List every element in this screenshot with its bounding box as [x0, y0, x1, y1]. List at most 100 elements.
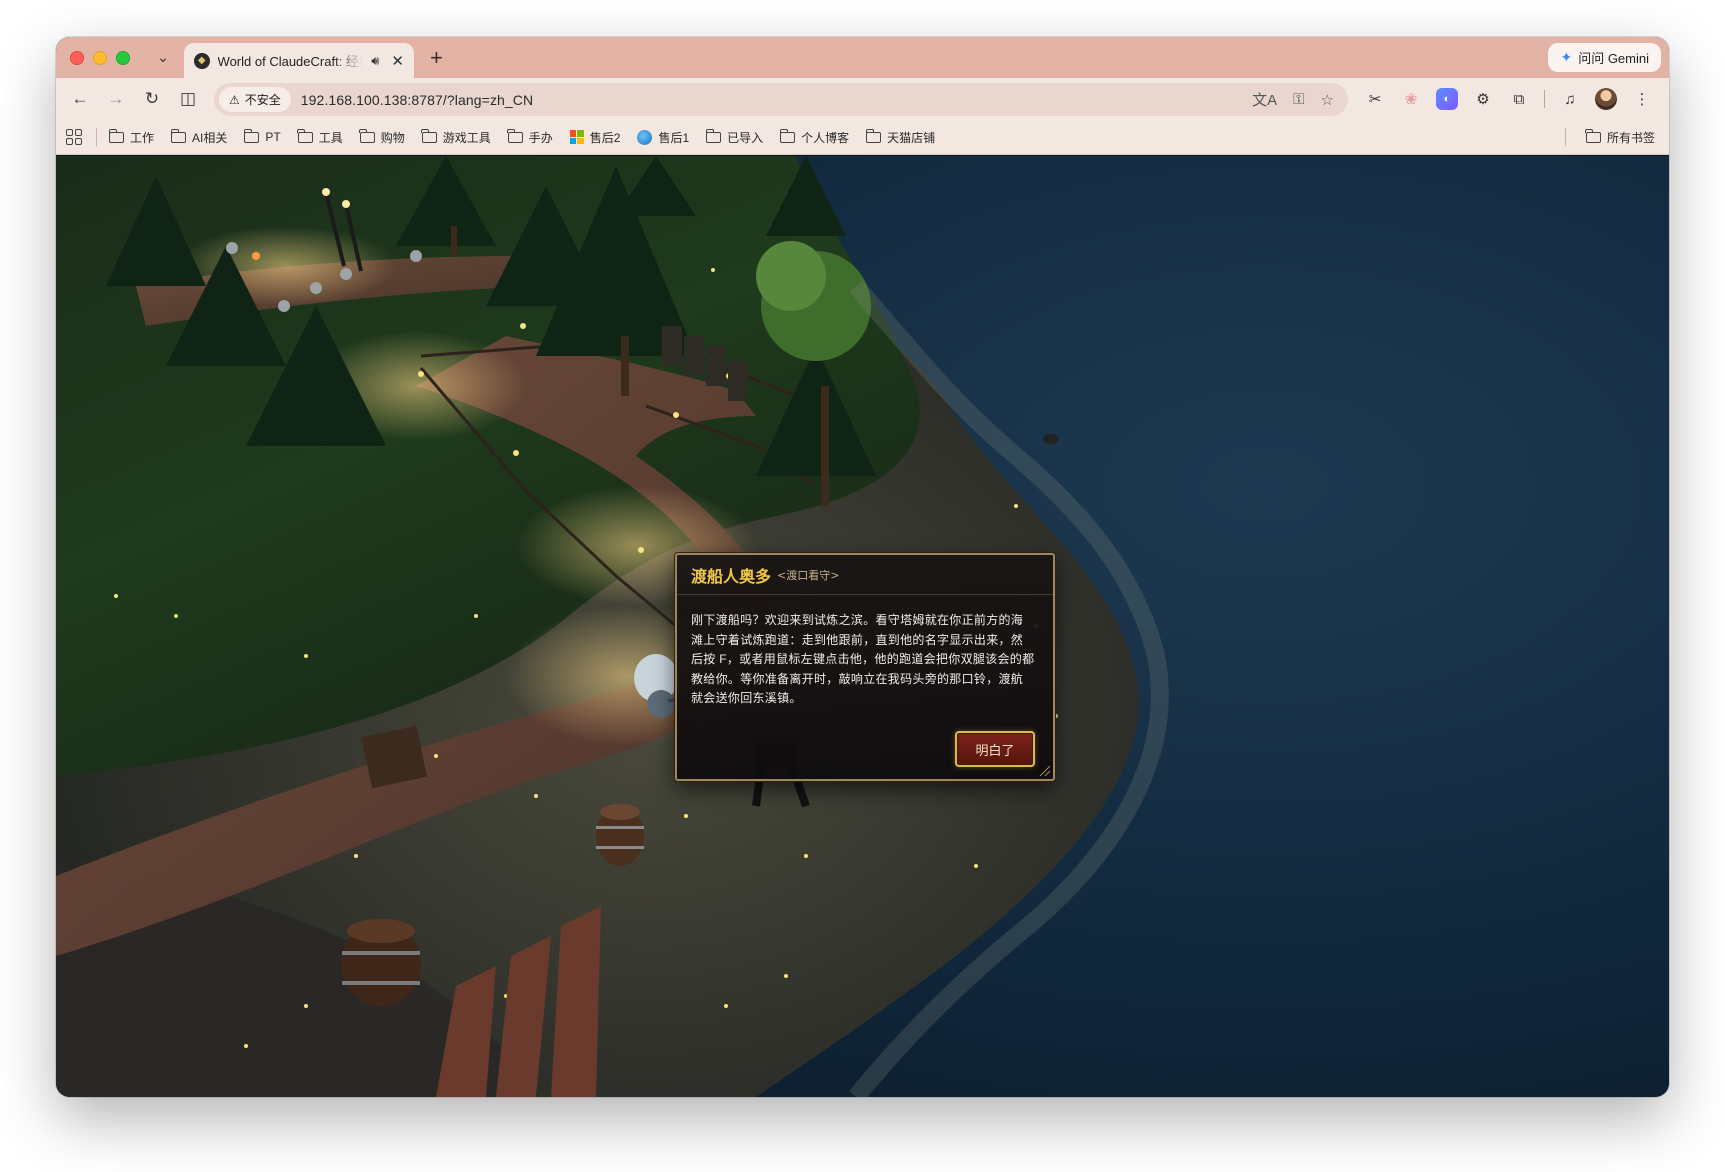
npc-subtitle: <渡口看守>: [777, 568, 840, 582]
bookmark-list: 工作 AI相关 PT 工具 购物 游戏工具 手办 售后2 售后1 已导入 个人博客 天猫店铺: [108, 128, 952, 146]
tab-title: World of ClaudeCraft: 经典: [217, 54, 364, 69]
translate-icon[interactable]: 文A: [1252, 89, 1277, 110]
dialog-line: 就会送你回东溪镇。: [691, 691, 802, 705]
openai-extension-icon[interactable]: ⚙: [1472, 88, 1494, 110]
more-menu-icon[interactable]: ⋮: [1631, 88, 1653, 110]
bookmark-item[interactable]: 售后1: [637, 129, 689, 146]
gemini-label: 问问 Gemini: [1578, 51, 1649, 66]
globe-icon: [637, 129, 653, 145]
npc-name: 渡船人奥多: [691, 566, 772, 586]
url-text[interactable]: 192.168.100.138:8787/?lang=zh_CN: [301, 92, 533, 108]
bookmark-item[interactable]: AI相关: [170, 128, 228, 146]
maximize-window-button[interactable]: [116, 50, 130, 65]
screenshot-extension-icon[interactable]: ✂: [1364, 88, 1386, 110]
toolbar: ← → ↻ ◫ ⚠ 不安全 192.168.100.138:8787/?lang…: [56, 78, 1669, 120]
browser-window: ⌄ ◆ World of ClaudeCraft: 经典 🔊︎ ✕ + ✦ 问问…: [56, 37, 1669, 1097]
bookmarks-divider: [96, 128, 97, 146]
rock: [1043, 434, 1059, 444]
bookmarks-bar: 工作 AI相关 PT 工具 购物 游戏工具 手办 售后2 售后1 已导入 个人博客 天猫店铺 所有书签: [56, 120, 1669, 155]
bookmark-item[interactable]: 工作: [108, 128, 155, 146]
folder-icon: [507, 128, 523, 143]
bookmark-item[interactable]: 工具: [297, 128, 343, 146]
dialog-header: 渡船人奥多 <渡口看守>: [677, 555, 1053, 595]
folder-icon: [170, 128, 187, 143]
barrel: [596, 804, 644, 866]
dialog-line: 滩上守着试炼跑道：走到他跟前，直到他的名字显示出来，然: [691, 632, 1024, 647]
resize-grip-icon[interactable]: [1040, 766, 1050, 776]
all-bookmarks-label: 所有书签: [1606, 130, 1655, 145]
bookmark-label: 天猫店铺: [887, 130, 936, 145]
favicon-icon: ◆: [194, 52, 210, 69]
apps-grid-icon[interactable]: [66, 129, 82, 145]
confirm-button[interactable]: 明白了: [955, 731, 1035, 767]
bookmark-item[interactable]: 天猫店铺: [865, 128, 936, 146]
leafy-tree-highlight: [756, 241, 826, 311]
gemini-button[interactable]: ✦ 问问 Gemini: [1548, 43, 1661, 72]
bookmark-item[interactable]: 售后2: [569, 129, 621, 146]
bookmark-item[interactable]: 已导入: [705, 128, 764, 146]
bookmark-label: 手办: [528, 130, 553, 145]
folder-icon: [421, 128, 437, 143]
folder-icon: [359, 128, 375, 143]
bookmark-label: AI相关: [192, 130, 228, 145]
npc-dialog: 渡船人奥多 <渡口看守> 刚下渡船吗？欢迎来到试炼之滨。看守塔姆就在你正前方的海…: [675, 553, 1055, 781]
folder-icon: [1585, 128, 1601, 143]
folder-icon: [108, 128, 124, 143]
security-label: 不安全: [244, 93, 281, 107]
blue-extension-icon[interactable]: ◐: [1436, 88, 1458, 110]
bookmark-item[interactable]: 游戏工具: [421, 128, 491, 146]
minimize-window-button[interactable]: [93, 50, 107, 65]
dialog-line: 教给你。等你准备离开时，敲响立在我码头旁的那口铃，渡航: [691, 671, 1024, 686]
toolbar-divider: [1544, 90, 1545, 108]
new-tab-button[interactable]: +: [430, 46, 443, 69]
puzzle-extensions-icon[interactable]: ⧉: [1508, 88, 1530, 110]
bookmark-item[interactable]: 手办: [507, 128, 553, 146]
security-chip[interactable]: ⚠ 不安全: [219, 87, 291, 112]
bookmark-star-icon[interactable]: ☆: [1321, 91, 1334, 109]
bookmark-item[interactable]: 个人博客: [779, 128, 850, 146]
tab-active[interactable]: ◆ World of ClaudeCraft: 经典 🔊︎ ✕: [184, 43, 414, 78]
omnibox-actions: 文A ⚿ ☆: [1252, 83, 1334, 116]
bookmark-item[interactable]: 购物: [359, 128, 405, 146]
forward-button[interactable]: →: [98, 83, 134, 115]
window-controls: [70, 50, 130, 65]
bookmark-label: 个人博客: [801, 130, 850, 145]
bookmark-label: 工具: [318, 130, 343, 145]
bookmark-label: 购物: [380, 130, 405, 145]
close-window-button[interactable]: [70, 50, 84, 65]
game-viewport[interactable]: 渡船人奥多 <渡口看守> 刚下渡船吗？欢迎来到试炼之滨。看守塔姆就在你正前方的海…: [56, 156, 1669, 1097]
split-view-icon[interactable]: ◫: [170, 83, 206, 115]
back-button[interactable]: ←: [62, 83, 98, 115]
profile-avatar[interactable]: [1595, 88, 1617, 110]
reload-button[interactable]: ↻: [134, 83, 170, 115]
tab-strip: ⌄ ◆ World of ClaudeCraft: 经典 🔊︎ ✕ + ✦ 问问…: [56, 37, 1669, 78]
pink-extension-icon[interactable]: ❀: [1400, 88, 1422, 110]
password-key-icon[interactable]: ⚿: [1293, 91, 1304, 108]
bookmark-item[interactable]: PT: [243, 128, 281, 144]
folder-icon: [865, 128, 882, 143]
bookmark-label: 工作: [130, 130, 155, 145]
all-bookmarks[interactable]: 所有书签: [1564, 120, 1655, 154]
folder-icon: [297, 128, 313, 143]
folder-icon: [705, 128, 722, 143]
tab-close-icon[interactable]: ✕: [391, 52, 404, 70]
bookmarks-divider: [1564, 128, 1566, 146]
bookmark-label: 已导入: [727, 130, 764, 145]
dialog-line: 后按 F，或者用鼠标左键点击他，他的跑道会把你双腿该会的都: [691, 652, 1035, 666]
media-control-icon[interactable]: ♫: [1559, 88, 1581, 110]
address-bar[interactable]: ⚠ 不安全 192.168.100.138:8787/?lang=zh_CN 文…: [214, 83, 1348, 116]
tab-search-chevron-icon[interactable]: ⌄: [152, 47, 174, 69]
dialog-line: 刚下渡船吗？欢迎来到试炼之滨。看守塔姆就在你正前方的海: [691, 613, 1024, 627]
folder-icon: [779, 128, 796, 143]
bookmark-label: PT: [265, 130, 281, 144]
warning-triangle-icon: ⚠: [229, 92, 240, 107]
folder-icon: [243, 128, 260, 143]
bookmark-label: 游戏工具: [442, 130, 491, 145]
bookmark-label: 售后1: [658, 130, 690, 145]
extensions-area: ✂ ❀ ◐ ⚙ ⧉ ♫ ⋮: [1364, 78, 1653, 120]
bookmark-label: 售后2: [589, 130, 621, 145]
barrel: [341, 919, 421, 1006]
speaker-icon[interactable]: 🔊︎: [371, 53, 379, 69]
microsoft-icon: [569, 130, 584, 144]
dialog-body: 刚下渡船吗？欢迎来到试炼之滨。看守塔姆就在你正前方的海 滩上守着试炼跑道：走到他…: [677, 595, 1053, 709]
